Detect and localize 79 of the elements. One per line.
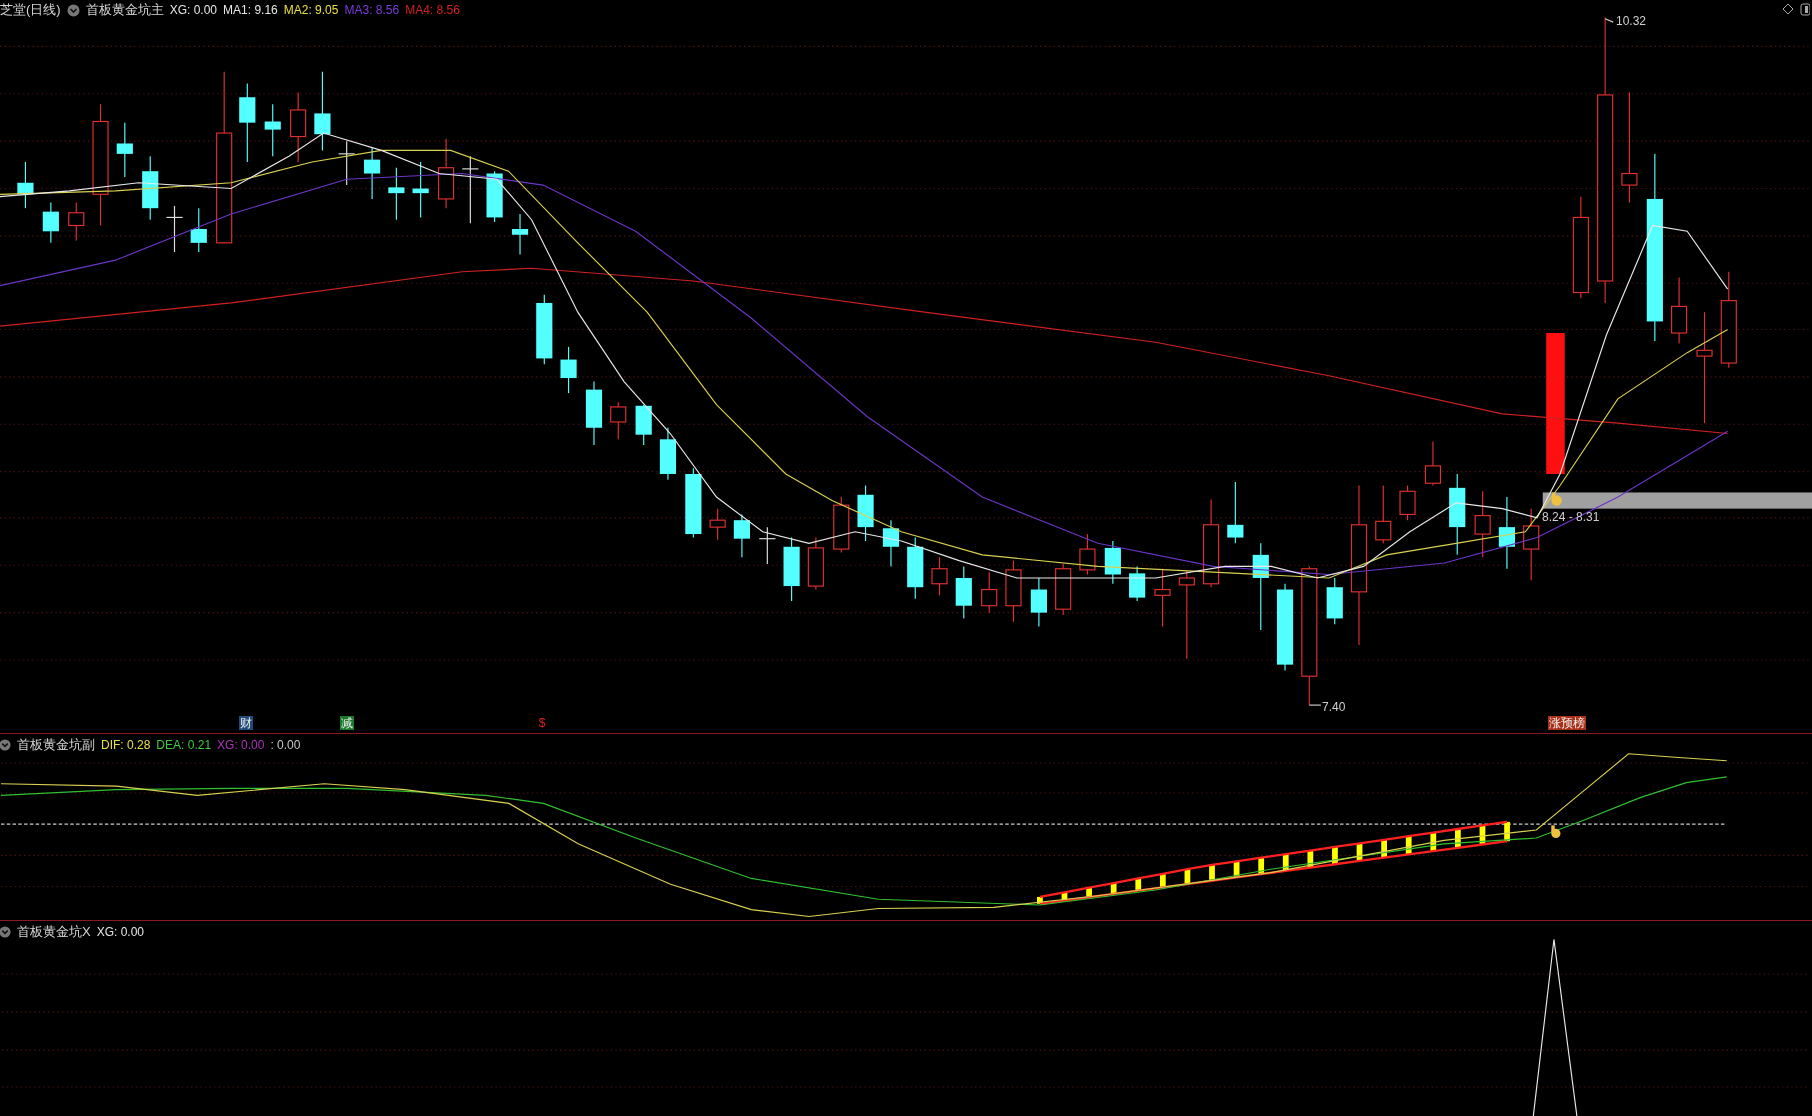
candlestick	[1104, 540, 1121, 585]
pointer-icon	[1551, 492, 1562, 506]
candlestick	[610, 401, 627, 440]
indicator-value: DIF: 0.28	[101, 738, 151, 752]
indicator-value: XG: 0.00	[169, 3, 218, 17]
indicator-value: XG: 0.00	[217, 738, 265, 752]
candlestick	[190, 207, 207, 253]
candlestick	[42, 201, 59, 244]
candlestick	[685, 467, 702, 539]
indicator-name: 首板黄金坑主	[85, 1, 164, 19]
candlestick	[955, 565, 972, 619]
candlestick	[857, 484, 874, 542]
candlestick	[882, 519, 900, 567]
candlestick	[1129, 565, 1146, 602]
candlestick	[1227, 481, 1244, 544]
dropdown-icon[interactable]	[0, 926, 11, 938]
dropdown-icon[interactable]	[66, 3, 80, 17]
candlestick	[1326, 577, 1343, 625]
candlestick	[659, 427, 677, 481]
indicator-value: MA4: 8.56	[405, 3, 460, 17]
candlestick	[1154, 568, 1171, 628]
candlestick	[1671, 276, 1688, 344]
candlestick	[807, 536, 824, 591]
candlestick	[536, 294, 553, 365]
candlestick	[461, 155, 479, 224]
candlestick	[68, 201, 85, 242]
candlestick	[560, 346, 577, 394]
candlestick	[709, 508, 726, 541]
event-marker[interactable]: 财	[239, 716, 254, 730]
price-range-label: 8.24 - 8.31	[1542, 510, 1600, 524]
high-price-label: 10.32	[1616, 14, 1647, 28]
candlestick	[1375, 484, 1392, 544]
chart-title: 芝堂(日线)	[0, 1, 61, 19]
candlestick	[733, 513, 750, 558]
indicator-name: 首板黄金坑副	[17, 736, 95, 754]
indicator-value: DEA: 0.21	[156, 738, 212, 752]
diamond-icon[interactable]	[1782, 3, 1794, 15]
candlestick	[1424, 441, 1442, 487]
candlestick	[1055, 563, 1072, 616]
candlestick	[1474, 490, 1491, 558]
candlestick	[931, 556, 948, 596]
candlestick	[1399, 484, 1416, 521]
indicator-value: MA3: 8.56	[344, 3, 400, 17]
candlestick	[364, 147, 381, 200]
indicator-value: MA1: 9.16	[223, 3, 278, 17]
indicator-value: MA2: 9.05	[283, 3, 339, 17]
candlestick	[116, 122, 133, 178]
candlestick	[511, 213, 529, 255]
candlestick	[907, 536, 924, 600]
indicator-value: XG: 0.00	[96, 925, 145, 939]
candlestick	[338, 140, 356, 186]
indicator-name: 首板黄金坑X	[17, 923, 91, 941]
candlestick	[412, 161, 429, 218]
candlestick	[1005, 560, 1022, 623]
dropdown-icon[interactable]	[0, 739, 11, 751]
candlestick	[142, 155, 159, 221]
candlestick	[264, 103, 281, 157]
candlestick	[585, 380, 603, 446]
candlestick	[290, 92, 307, 163]
candlestick	[981, 571, 998, 614]
candlestick	[388, 167, 405, 221]
candlestick	[486, 170, 503, 223]
event-marker[interactable]: $	[537, 716, 547, 730]
leader-line	[1604, 18, 1614, 23]
candlestick	[437, 138, 455, 209]
low-price-label: 7.40	[1322, 700, 1346, 714]
candlestick	[1030, 577, 1047, 628]
indicator-value: : 0.00	[270, 738, 301, 752]
candlestick	[833, 496, 850, 554]
candlestick	[635, 404, 652, 446]
candlestick	[165, 205, 184, 253]
leader-line	[1308, 704, 1322, 706]
candlestick	[758, 526, 776, 565]
event-marker[interactable]: 涨预榜	[1548, 716, 1586, 730]
candlestick	[17, 161, 34, 209]
event-marker[interactable]: 减	[339, 716, 354, 730]
candlestick	[1079, 533, 1096, 576]
pointer-icon	[1551, 825, 1561, 839]
panel-toggle-icon[interactable]	[1800, 3, 1810, 16]
